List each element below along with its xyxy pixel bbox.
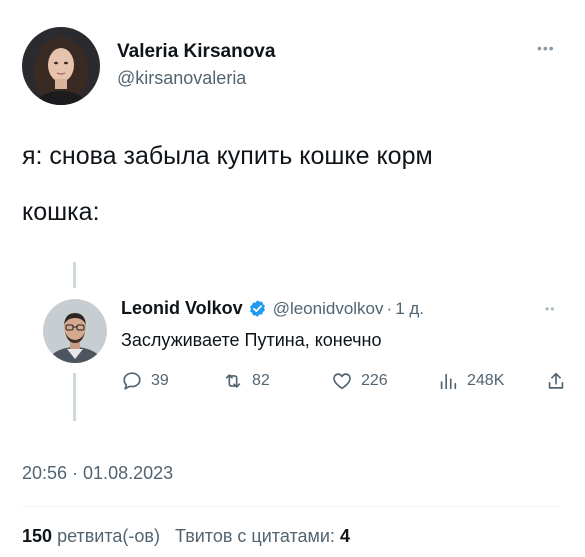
tweet-timestamp[interactable]: 20:56 · 01.08.2023 (22, 463, 173, 484)
tweet-stats: 150 ретвита(-ов) Твитов с цитатами: 4 (22, 526, 350, 547)
retweet-count: 82 (252, 372, 270, 389)
reply-action-button[interactable]: 39 (121, 370, 169, 392)
tweet-text-line-1: я: снова забыла купить кошке корм (22, 142, 433, 170)
retweet-icon (225, 374, 241, 388)
views-action-button[interactable]: 248K (437, 370, 504, 392)
reply-text: Заслуживаете Путина, конечно (121, 330, 382, 350)
heart-icon (333, 373, 351, 390)
quotes-count[interactable]: 4 (340, 526, 350, 546)
retweet-action-button[interactable]: 82 (222, 370, 270, 392)
verified-badge-icon (249, 300, 265, 317)
views-count: 248K (467, 372, 505, 389)
analytics-icon (440, 373, 457, 390)
share-icon (548, 372, 564, 389)
reply-author-handle[interactable]: @leonidvolkov (273, 299, 384, 319)
retweets-count[interactable]: 150 (22, 526, 52, 546)
comment-icon (123, 372, 141, 390)
reply-time[interactable]: 1 д. (395, 299, 424, 319)
author-avatar[interactable] (22, 27, 100, 105)
thread-connector-line (73, 373, 76, 421)
quotes-label[interactable]: Твитов с цитатами: (175, 526, 335, 546)
like-count: 226 (361, 372, 388, 389)
retweets-label[interactable]: ретвита(-ов) (57, 526, 160, 546)
separator-dot: · (386, 298, 393, 318)
reply-count: 39 (151, 372, 169, 389)
reply-author-name[interactable]: Leonid Volkov (121, 298, 243, 319)
like-action-button[interactable]: 226 (331, 370, 388, 392)
thread-connector-line (73, 262, 76, 288)
reply-author-avatar[interactable] (43, 299, 107, 363)
divider (22, 506, 561, 507)
tweet-text-line-2: кошка: (22, 198, 100, 226)
share-action-button[interactable] (545, 370, 567, 392)
author-handle[interactable]: @kirsanovaleria (117, 68, 246, 89)
reply-more-options-icon[interactable]: •• (545, 302, 555, 316)
author-name[interactable]: Valeria Kirsanova (117, 41, 275, 63)
more-options-icon[interactable]: ••• (537, 40, 555, 56)
